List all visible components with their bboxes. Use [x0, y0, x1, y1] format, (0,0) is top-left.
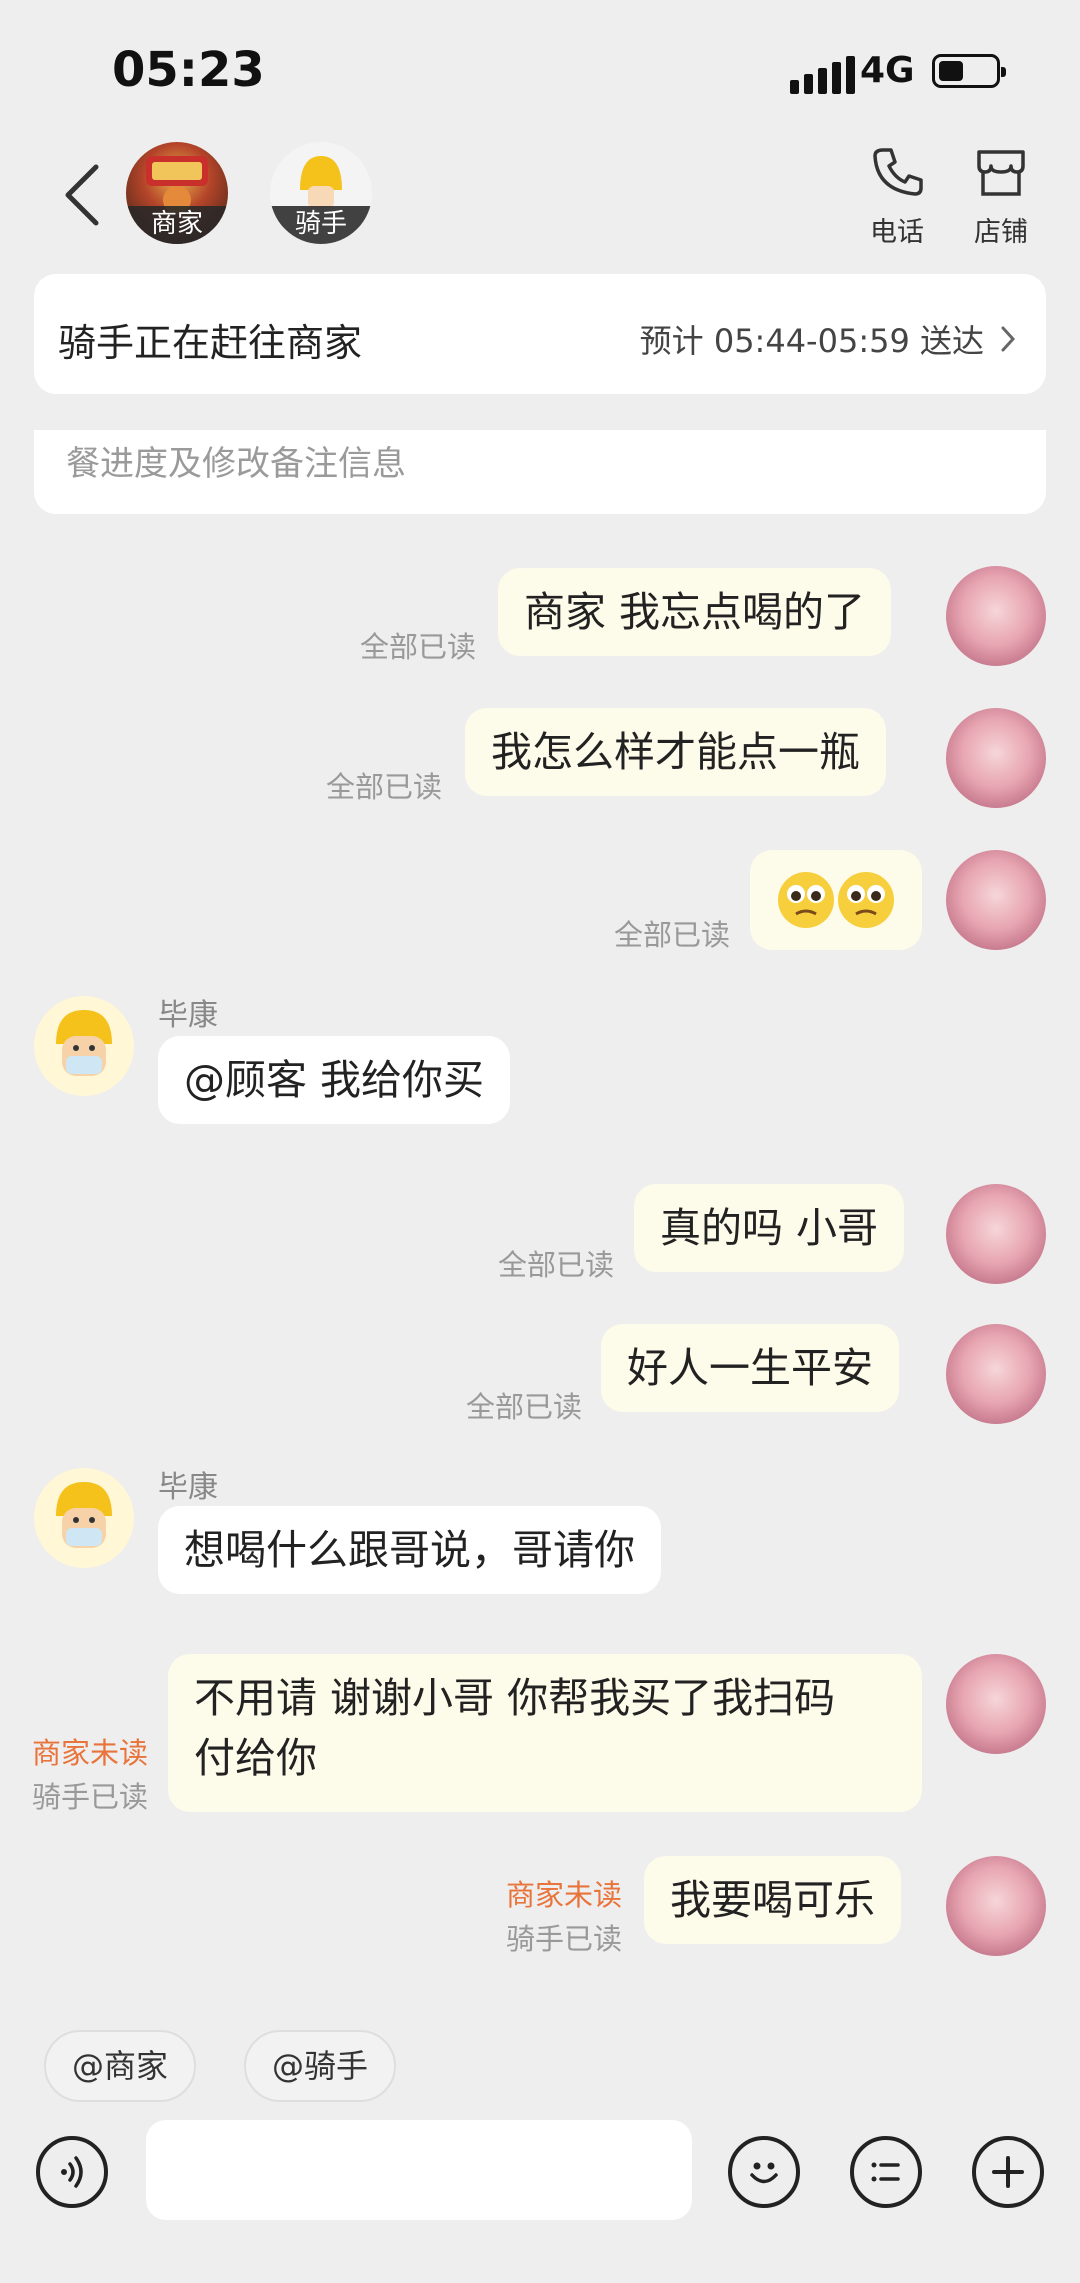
- phone-button[interactable]: 电话: [852, 144, 942, 249]
- phone-icon: [873, 148, 923, 196]
- my-avatar[interactable]: [946, 1654, 1046, 1754]
- message-bubble[interactable]: 想喝什么跟哥说，哥请你: [158, 1506, 661, 1594]
- sender-name: 毕康: [158, 1470, 218, 1505]
- battery-icon: [932, 54, 1006, 88]
- my-avatar[interactable]: [946, 1324, 1046, 1424]
- merchant-label: 商家: [126, 206, 228, 244]
- message-line: 付给你: [194, 1734, 317, 1782]
- store-button[interactable]: 店铺: [956, 144, 1046, 249]
- sender-name: 毕康: [158, 998, 218, 1033]
- plus-icon: [992, 2156, 1024, 2188]
- my-avatar[interactable]: [946, 1856, 1046, 1956]
- pleading-face-emoji-icon: [778, 872, 894, 928]
- back-button[interactable]: [52, 160, 112, 230]
- network-type: 4G: [860, 50, 915, 91]
- emoji-icon: [750, 2162, 778, 2184]
- rider-read-status: 骑手已读: [31, 1780, 148, 1814]
- message-line: 不用请 谢谢小哥 你帮我买了我扫码: [194, 1674, 836, 1722]
- order-status-card[interactable]: 骑手正在赶往商家 预计 05:44-05:59 送达: [34, 274, 1046, 394]
- input-bar: [0, 2120, 1080, 2230]
- back-icon: [65, 164, 99, 226]
- my-avatar[interactable]: [946, 1184, 1046, 1284]
- my-avatar[interactable]: [946, 566, 1046, 666]
- chat-header: 商家 骑手 电话 店铺: [0, 130, 1080, 260]
- chevron-right-icon: [1001, 326, 1016, 352]
- notice-text: 餐进度及修改备注信息: [66, 444, 406, 484]
- merchant-read-status: 商家未读: [31, 1736, 148, 1770]
- rider-avatar[interactable]: [34, 996, 134, 1096]
- message-bubble[interactable]: 我怎么样才能点一瓶: [465, 708, 886, 796]
- mention-rider-chip[interactable]: @骑手: [244, 2030, 397, 2102]
- message-bubble[interactable]: 我要喝可乐: [644, 1856, 901, 1944]
- message-bubble[interactable]: [750, 850, 922, 950]
- notice-card[interactable]: 餐进度及修改备注信息: [34, 430, 1046, 514]
- rider-face-icon: [56, 1010, 112, 1076]
- message-bubble[interactable]: 不用请 谢谢小哥 你帮我买了我扫码 付给你: [168, 1654, 922, 1812]
- more-button[interactable]: [972, 2136, 1044, 2208]
- quick-mention-row: @商家 @骑手: [0, 2030, 1080, 2120]
- read-status: 全部已读: [359, 630, 476, 664]
- message-bubble[interactable]: 真的吗 小哥: [634, 1184, 905, 1272]
- mention-merchant-chip[interactable]: @商家: [44, 2030, 197, 2102]
- order-status-text: 骑手正在赶往商家: [58, 321, 363, 365]
- merchant-read-status: 商家未读: [505, 1878, 622, 1912]
- emoji-button[interactable]: [728, 2136, 800, 2208]
- voice-icon: [61, 2156, 83, 2188]
- status-bar: 05:23 4G: [0, 0, 1080, 130]
- rider-label: 骑手: [270, 206, 372, 244]
- store-label: 店铺: [974, 217, 1028, 248]
- rider-header-avatar[interactable]: 骑手: [270, 142, 372, 244]
- quick-reply-button[interactable]: [850, 2136, 922, 2208]
- status-time: 05:23: [112, 42, 265, 98]
- order-eta: 预计 05:44-05:59 送达: [639, 322, 984, 360]
- message-bubble[interactable]: 好人一生平安: [601, 1324, 899, 1412]
- rider-read-status: 骑手已读: [505, 1922, 622, 1956]
- read-status: 全部已读: [497, 1248, 614, 1282]
- my-avatar[interactable]: [946, 850, 1046, 950]
- signal-icon: [790, 56, 855, 94]
- rider-face-icon: [56, 1482, 112, 1548]
- quick-reply-icon: [871, 2162, 900, 2182]
- message-input[interactable]: [146, 2120, 692, 2220]
- phone-label: 电话: [870, 217, 924, 248]
- read-status: 全部已读: [613, 918, 730, 952]
- merchant-avatar[interactable]: 商家: [126, 142, 228, 244]
- voice-button[interactable]: [36, 2136, 108, 2208]
- read-status: 全部已读: [465, 1390, 582, 1424]
- read-status: 全部已读: [325, 770, 442, 804]
- message-bubble[interactable]: 商家 我忘点喝的了: [498, 568, 892, 656]
- message-bubble[interactable]: @顾客 我给你买: [158, 1036, 511, 1124]
- store-icon: [977, 150, 1025, 196]
- rider-avatar[interactable]: [34, 1468, 134, 1568]
- my-avatar[interactable]: [946, 708, 1046, 808]
